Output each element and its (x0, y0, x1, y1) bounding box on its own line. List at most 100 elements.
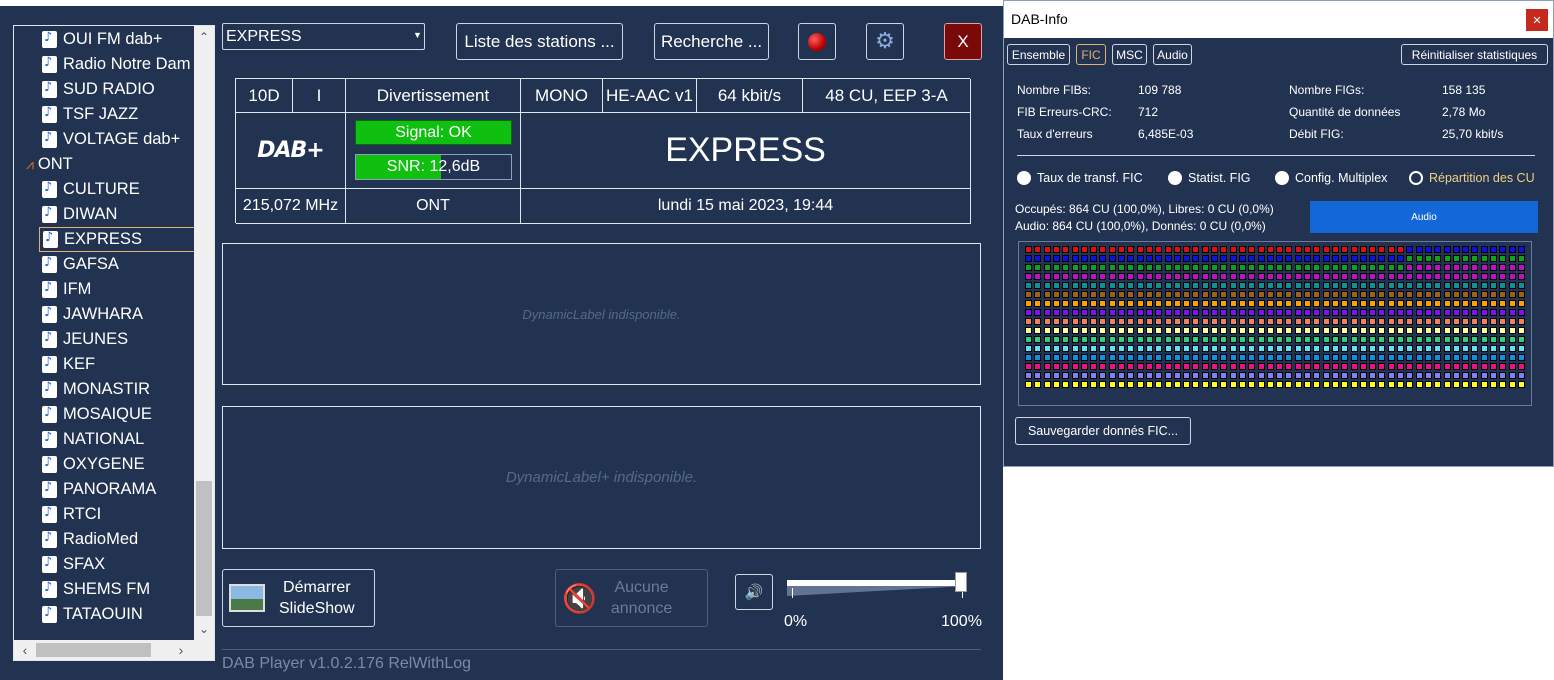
slideshow-button[interactable]: Démarrer SlideShow (222, 569, 375, 627)
tree-station[interactable]: Radio Notre Dam (20, 52, 196, 77)
cu-cell (1201, 372, 1209, 379)
tree-station[interactable]: TSF JAZZ (20, 102, 196, 127)
tree-station[interactable]: EXPRESS (39, 227, 196, 252)
cu-cell (1034, 336, 1042, 343)
cu-cell (1099, 255, 1107, 262)
slideshow-label-line1: Démarrer (283, 579, 351, 596)
cu-cell (1136, 291, 1144, 298)
cu-cell (1322, 246, 1330, 253)
cu-cell (1127, 264, 1135, 271)
tree-station[interactable]: JEUNES (20, 327, 196, 352)
tab-audio[interactable]: Audio (1153, 44, 1192, 65)
cu-cell (1080, 336, 1088, 343)
tree-station[interactable]: SHEMS FM (20, 577, 196, 602)
record-button[interactable] (798, 23, 836, 60)
cu-cell (1155, 291, 1163, 298)
scroll-left-icon[interactable]: ‹ (16, 640, 34, 660)
cu-cell (1127, 336, 1135, 343)
tree-vertical-scrollbar[interactable]: ⌃ ⌄ (194, 26, 214, 640)
cu-cell (1378, 291, 1386, 298)
cu-cell (1025, 381, 1032, 388)
reset-statistics-button[interactable]: Réinitialiser statistiques (1401, 44, 1548, 65)
dab-info-title: DAB-Info (1011, 11, 1068, 27)
scroll-down-icon[interactable]: ⌄ (194, 618, 214, 640)
tree-station[interactable]: GAFSA (20, 252, 196, 277)
cu-cell (1052, 318, 1060, 325)
tree-horizontal-scrollbar[interactable]: ‹ › (14, 640, 214, 660)
cu-cell (1136, 255, 1144, 262)
volume-slider[interactable] (787, 572, 971, 604)
cu-cell (1443, 309, 1451, 316)
tree-station[interactable]: NATIONAL (20, 427, 196, 452)
radio-multiplex-config-dot (1275, 171, 1289, 185)
radio-fig-stats[interactable]: Statist. FIG (1168, 171, 1251, 185)
tree-station[interactable]: TATAOUIN (20, 602, 196, 625)
radio-fic-rate-dot (1017, 171, 1031, 185)
tree-station[interactable]: CULTURE (20, 177, 196, 202)
cu-cell (1201, 318, 1209, 325)
cu-cell (1387, 318, 1395, 325)
scroll-up-icon[interactable]: ⌃ (194, 26, 214, 48)
cu-cell (1080, 291, 1088, 298)
cu-cell (1490, 381, 1497, 388)
tree-station[interactable]: RTCI (20, 502, 196, 527)
tree-station[interactable]: KEF (20, 352, 196, 377)
dab-info-close-button[interactable]: × (1526, 9, 1548, 31)
cu-cell (1192, 291, 1200, 298)
save-fic-button[interactable]: Sauvegarder donnés FIC... (1015, 417, 1191, 445)
cu-cell (1406, 354, 1414, 361)
volume-thumb[interactable] (955, 572, 967, 592)
tree-station[interactable]: MONASTIR (20, 377, 196, 402)
cu-cell (1220, 273, 1228, 280)
cu-cell (1471, 363, 1479, 370)
cu-cell (1173, 345, 1181, 352)
tree-station[interactable]: JAWHARA (20, 302, 196, 327)
cu-cell (1276, 372, 1284, 379)
tree-station[interactable]: DIWAN (20, 202, 196, 227)
tab-msc[interactable]: MSC (1112, 44, 1147, 65)
tree-ensemble[interactable]: ⩘ ONT (20, 152, 196, 177)
mute-button[interactable]: 🔊 (735, 574, 773, 610)
scroll-thumb[interactable] (196, 481, 212, 616)
cu-cell (1025, 354, 1032, 361)
tree-station[interactable]: VOLTAGE dab+ (20, 127, 196, 152)
close-button[interactable]: X (944, 23, 982, 60)
radio-fic-rate[interactable]: Taux de transf. FIC (1017, 171, 1143, 185)
settings-button[interactable]: ⚙ (866, 23, 904, 60)
tree-station[interactable]: OXYGENE (20, 452, 196, 477)
cu-cell (1304, 309, 1311, 316)
cu-cell (1090, 264, 1098, 271)
station-list-button[interactable]: Liste des stations ... (456, 23, 623, 60)
cu-cell (1369, 381, 1377, 388)
tree-station[interactable]: SUD RADIO (20, 77, 196, 102)
cu-cell (1043, 381, 1051, 388)
cu-cell (1415, 381, 1423, 388)
station-select[interactable]: EXPRESS ▼ (222, 23, 425, 50)
tree-station[interactable]: SFAX (20, 552, 196, 577)
tab-fic[interactable]: FIC (1076, 44, 1106, 65)
music-note-icon (42, 455, 57, 473)
tree-station[interactable]: OUI FM dab+ (20, 27, 196, 52)
radio-multiplex-config[interactable]: Config. Multiplex (1275, 171, 1387, 185)
search-button[interactable]: Recherche ... (654, 23, 769, 60)
station-tree[interactable]: OUI FM dab+ Radio Notre Dam SUD RADIO TSF J… (13, 25, 215, 661)
cu-cell (1229, 282, 1237, 289)
cu-cell (1462, 264, 1470, 271)
cu-cell (1211, 345, 1218, 352)
cu-cell (1406, 363, 1414, 370)
cu-cell (1471, 381, 1479, 388)
scroll-right-icon[interactable]: › (172, 640, 190, 660)
cu-cell (1025, 336, 1032, 343)
cu-cell (1285, 318, 1293, 325)
cu-cell (1499, 363, 1507, 370)
tree-station[interactable]: RadioMed (20, 527, 196, 552)
tree-station[interactable]: MOSAIQUE (20, 402, 196, 427)
scroll-hthumb[interactable] (36, 643, 151, 657)
tab-ensemble[interactable]: Ensemble (1007, 44, 1070, 65)
cu-cell (1369, 354, 1377, 361)
radio-cu-distribution[interactable]: Répartition des CU (1409, 171, 1535, 185)
tree-station[interactable]: PANORAMA (20, 477, 196, 502)
tree-station[interactable]: IFM (20, 277, 196, 302)
cu-cell (1043, 327, 1051, 334)
cu-cell (1415, 300, 1423, 307)
